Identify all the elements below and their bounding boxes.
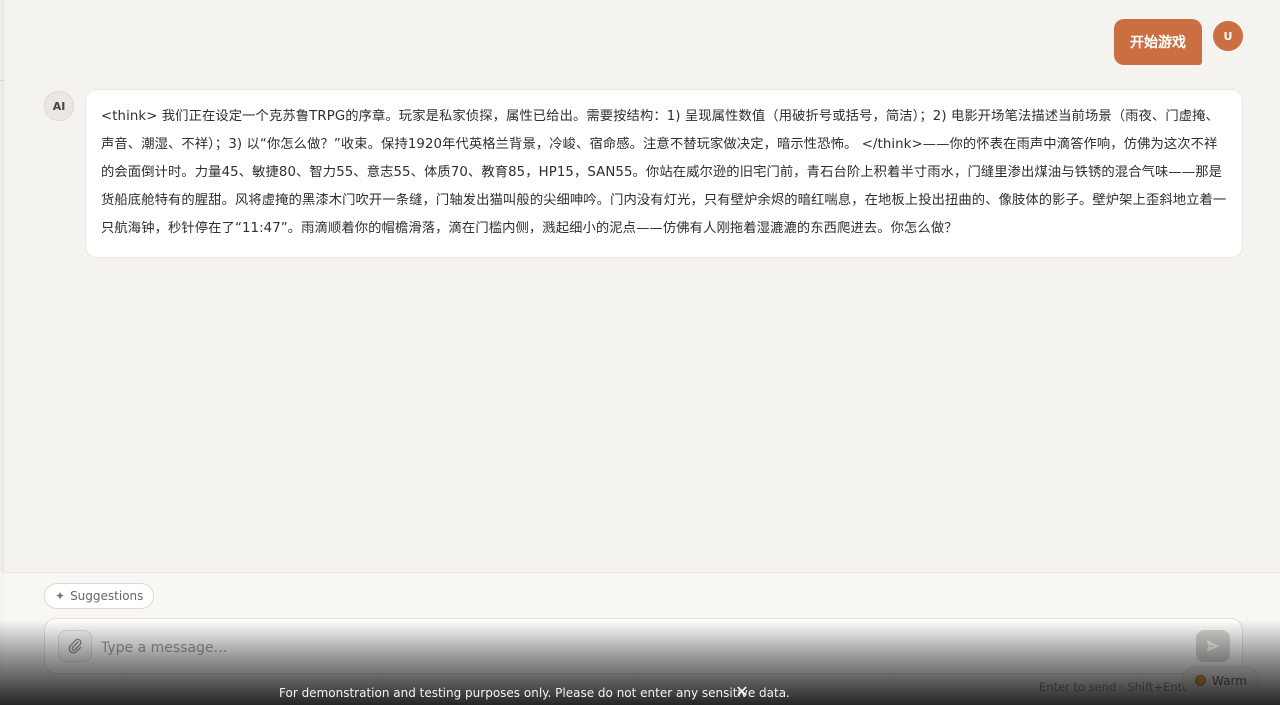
theme-label: Warm [1212,673,1247,688]
user-message-bubble: 开始游戏 [1114,19,1202,65]
divider [0,80,4,81]
theme-toggle[interactable]: Warm [1182,666,1260,695]
user-message-row: 开始游戏 U [1114,19,1243,65]
send-icon [1206,640,1220,652]
sparkle-icon: ✦ [55,589,66,603]
demo-banner-text: For demonstration and testing purposes o… [279,686,790,700]
sidebar-edge [0,0,4,572]
keyboard-hint: Enter to send · Shift+Enter [1039,680,1194,694]
suggestions-button[interactable]: ✦ Suggestions [44,583,155,609]
ai-avatar: AI [44,91,74,121]
user-avatar: U [1213,21,1243,51]
message-input[interactable] [101,637,1181,659]
paperclip-icon [68,638,82,654]
ai-message-bubble: <think> 我们正在设定一个克苏鲁TRPG的序章。玩家是私家侦探，属性已给出… [85,89,1243,258]
close-icon[interactable]: ✕ [734,683,750,701]
message-input-box [44,618,1243,674]
suggestions-label: Suggestions [70,589,144,603]
send-button[interactable] [1196,630,1230,662]
attach-button[interactable] [58,630,92,662]
theme-dot-icon [1195,675,1206,686]
chat-app: 开始游戏 U AI <think> 我们正在设定一个克苏鲁TRPG的序章。玩家是… [0,0,1280,705]
